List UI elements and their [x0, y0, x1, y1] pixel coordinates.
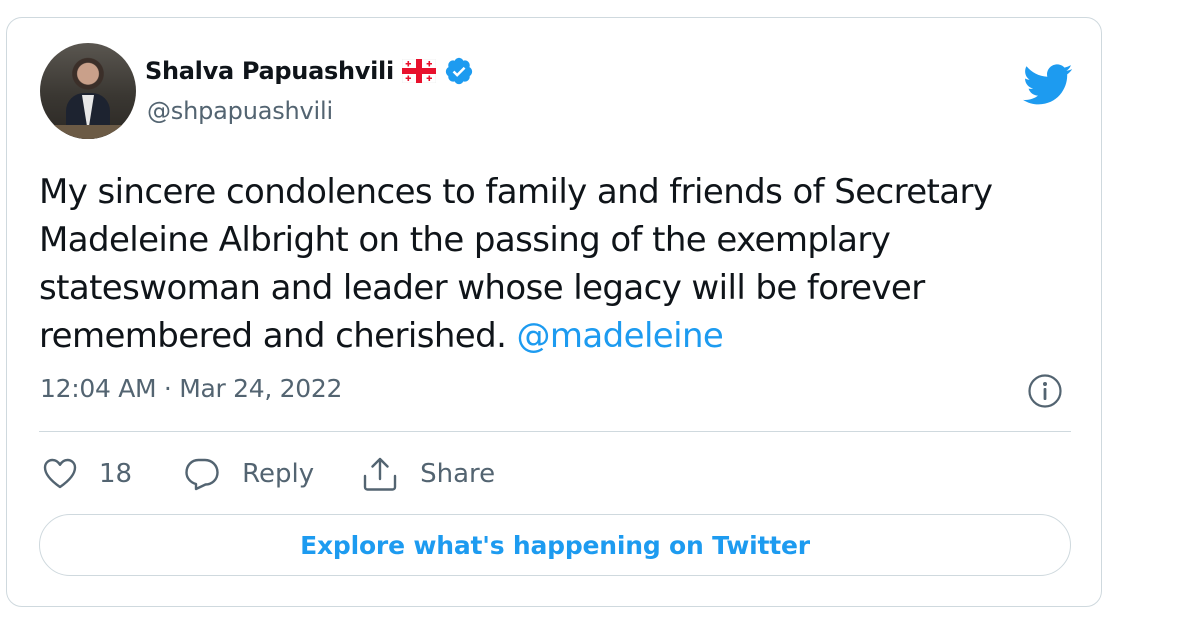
- divider: [39, 431, 1071, 432]
- verified-badge-icon: [445, 57, 473, 85]
- reply-label: Reply: [242, 459, 315, 489]
- author-row: Shalva Papuashvili: [145, 56, 474, 86]
- explore-twitter-button[interactable]: Explore what's happening on Twitter: [39, 514, 1071, 576]
- share-button[interactable]: Share: [362, 456, 495, 492]
- avatar-lectern: [54, 125, 122, 139]
- tweet-timestamp[interactable]: 12:04 AM · Mar 24, 2022: [40, 374, 342, 403]
- share-icon: [363, 457, 397, 491]
- like-count: 18: [99, 459, 133, 489]
- tweet-text: My sincere condolences to family and fri…: [39, 168, 1079, 360]
- info-icon[interactable]: [1027, 373, 1063, 409]
- reply-button[interactable]: Reply: [184, 457, 362, 491]
- avatar[interactable]: [40, 43, 136, 139]
- georgia-flag-icon: [401, 59, 436, 83]
- mention-link[interactable]: @madeleine: [516, 316, 723, 356]
- tweet-card: Shalva Papuashvili @shpapuashvili My sin…: [6, 17, 1102, 607]
- twitter-bird-icon[interactable]: [1023, 64, 1073, 106]
- like-button[interactable]: 18: [43, 458, 184, 490]
- reply-icon: [185, 458, 219, 491]
- heart-icon: [43, 458, 77, 489]
- cropped-caption-text: [0, 628, 1180, 640]
- action-bar: 18 Reply Share: [43, 454, 495, 494]
- share-label: Share: [420, 459, 496, 489]
- author-handle[interactable]: @shpapuashvili: [147, 97, 333, 125]
- author-name[interactable]: Shalva Papuashvili: [145, 57, 394, 85]
